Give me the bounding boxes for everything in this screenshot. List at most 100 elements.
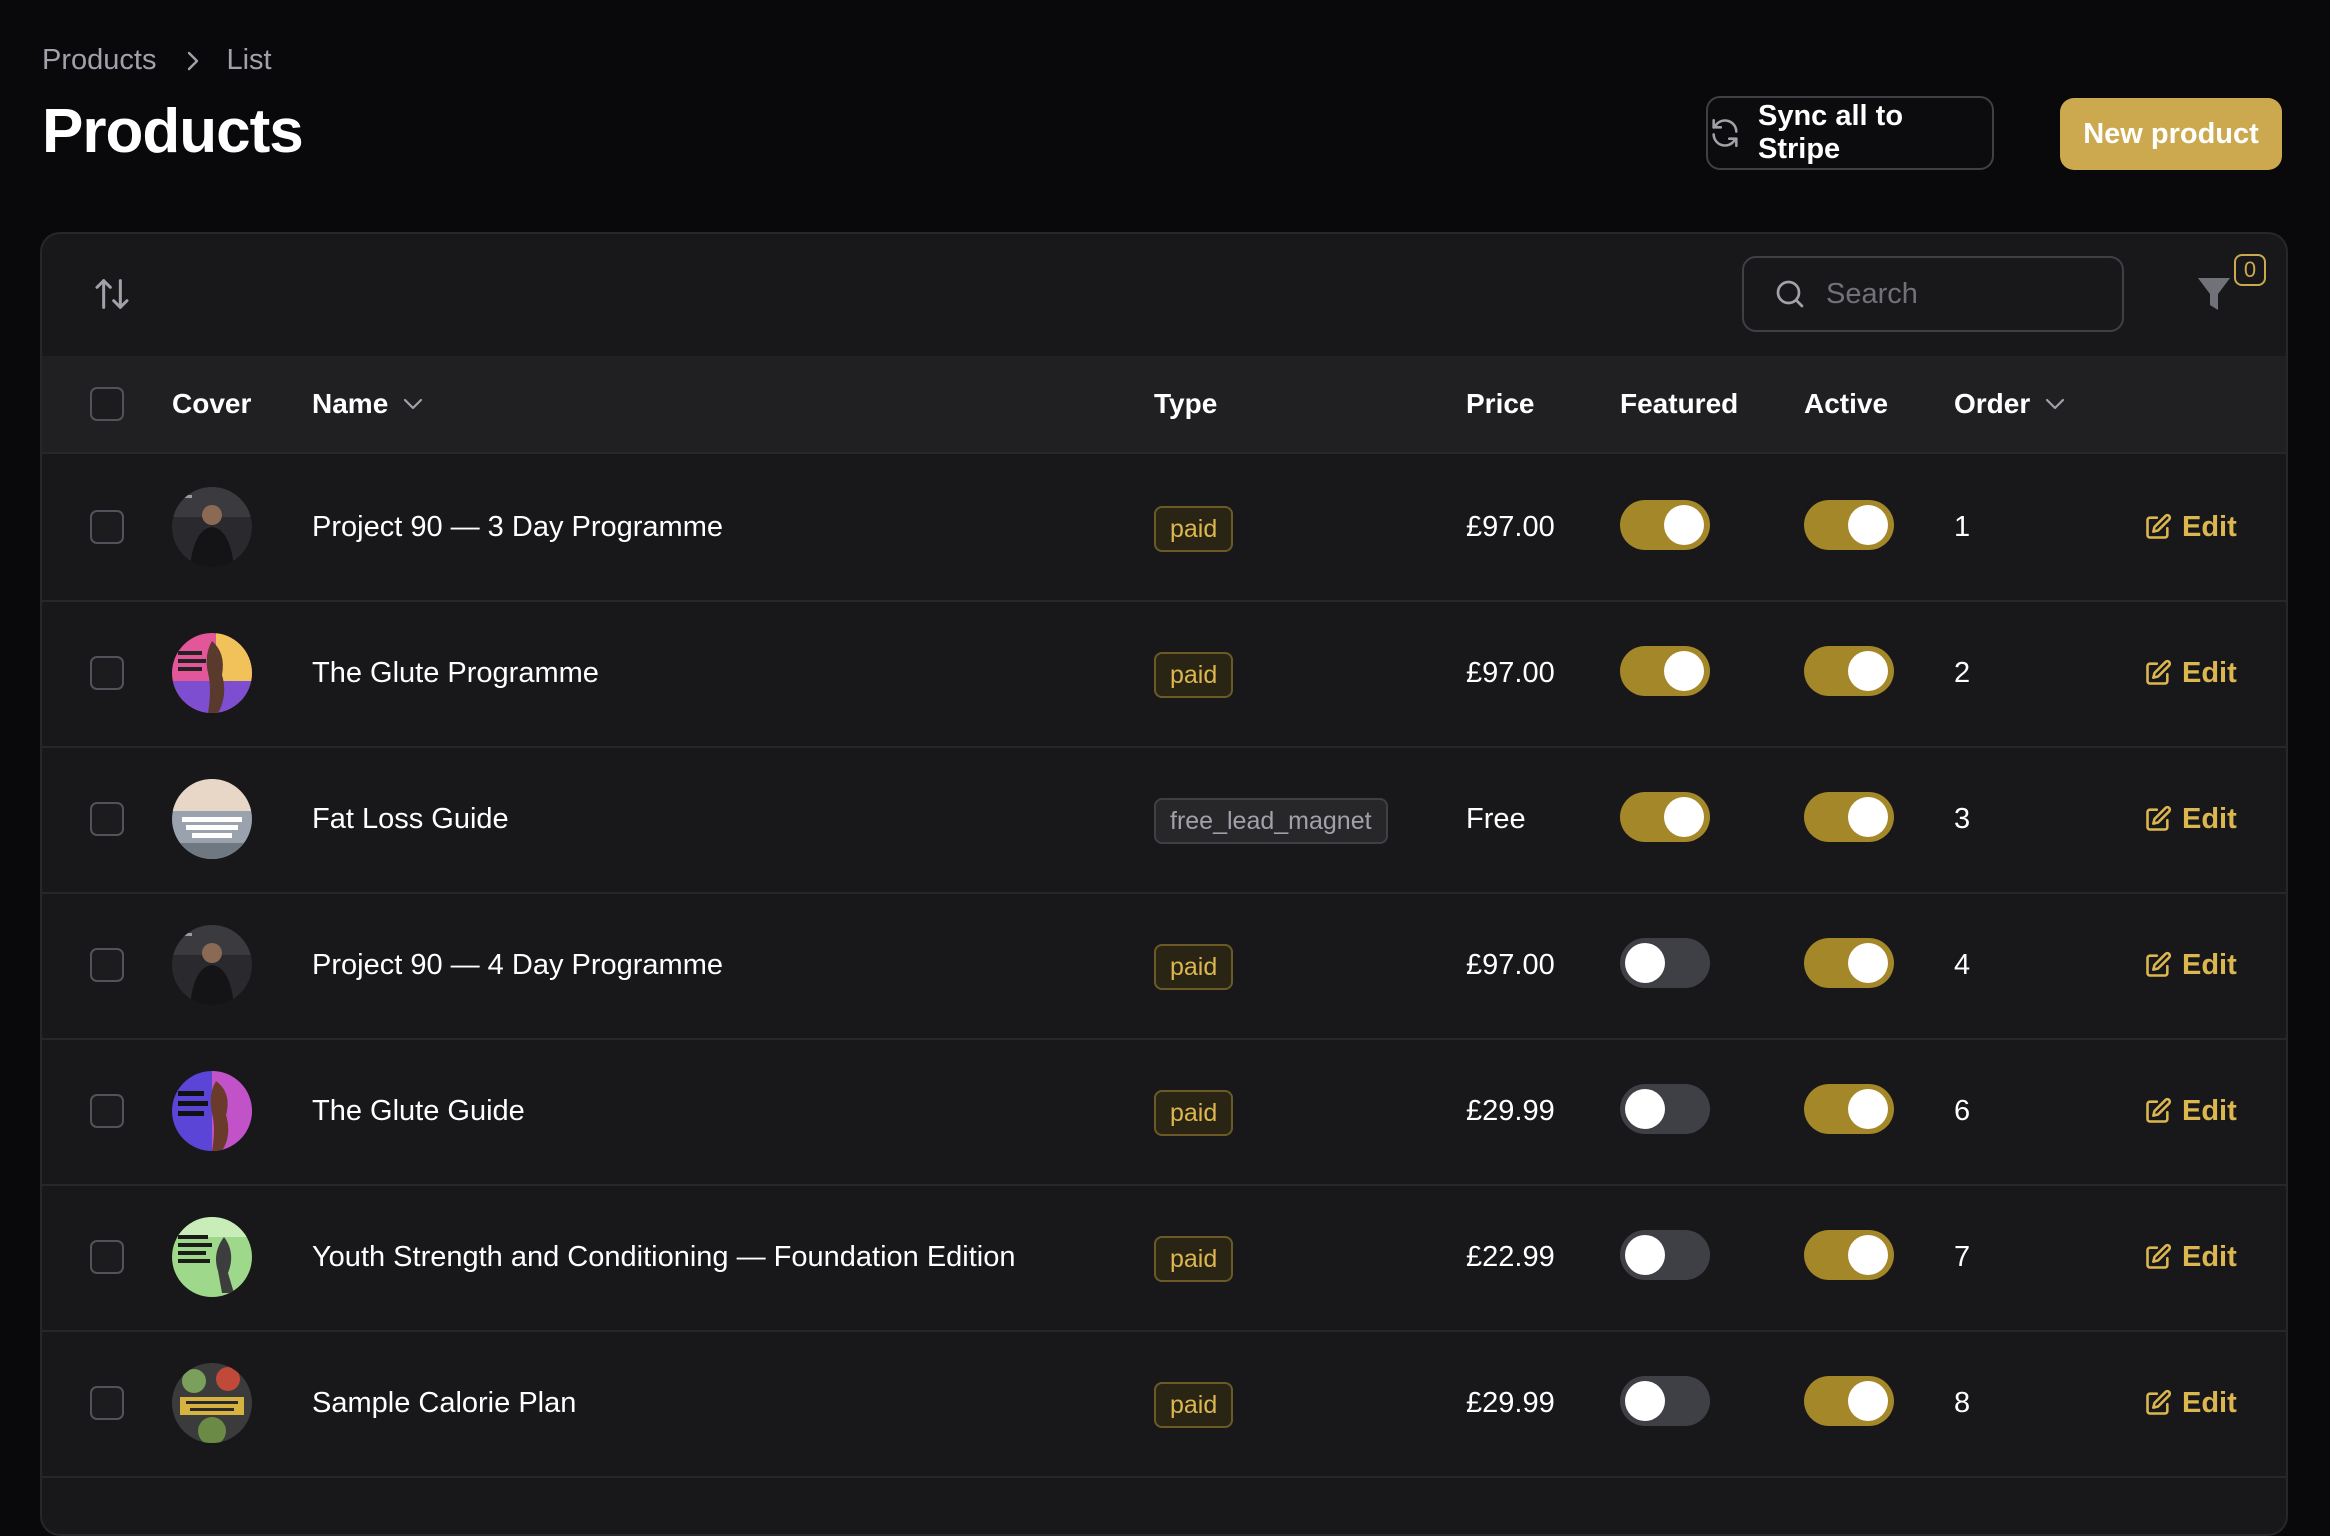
search-input[interactable] (1824, 276, 2108, 312)
edit-button[interactable]: Edit (2144, 1038, 2237, 1184)
toggle-knob (1664, 797, 1704, 837)
toggle-knob (1848, 651, 1888, 691)
edit-icon (2144, 1243, 2172, 1271)
product-price: £29.99 (1466, 1386, 1555, 1419)
active-toggle[interactable] (1804, 500, 1894, 550)
breadcrumb-item-products[interactable]: Products (42, 44, 156, 77)
row-checkbox[interactable] (90, 510, 124, 544)
row-checkbox[interactable] (90, 1094, 124, 1128)
column-header-price: Price (1466, 388, 1535, 419)
table-row: Fat Loss Guide free_lead_magnet Free 3 E… (42, 746, 2286, 894)
products-table-card: 0 Cover Name Type Price Featured Active … (40, 232, 2288, 1536)
toggle-knob (1625, 943, 1665, 983)
product-order: 2 (1954, 656, 1971, 689)
edit-icon (2144, 659, 2172, 687)
featured-toggle[interactable] (1620, 646, 1710, 696)
product-price: £97.00 (1466, 656, 1555, 689)
featured-toggle[interactable] (1620, 500, 1710, 550)
product-order: 6 (1954, 1094, 1971, 1127)
type-badge: free_lead_magnet (1154, 798, 1388, 844)
product-name: Project 90 — 3 Day Programme (312, 510, 723, 543)
toggle-knob (1848, 1381, 1888, 1421)
edit-button[interactable]: Edit (2144, 1330, 2237, 1476)
table-row: Sample Calorie Plan paid £29.99 8 Edit (42, 1330, 2286, 1478)
column-header-type: Type (1154, 388, 1218, 419)
table-row: Youth Strength and Conditioning — Founda… (42, 1184, 2286, 1332)
chevron-down-icon (402, 397, 424, 411)
edit-icon (2144, 951, 2172, 979)
featured-toggle[interactable] (1620, 938, 1710, 988)
column-header-active: Active (1804, 388, 1889, 419)
toggle-knob (1848, 797, 1888, 837)
product-name: Sample Calorie Plan (312, 1386, 577, 1419)
column-header-cover: Cover (172, 388, 252, 419)
featured-toggle[interactable] (1620, 1376, 1710, 1426)
featured-toggle[interactable] (1620, 1084, 1710, 1134)
filter-icon[interactable] (2196, 272, 2232, 316)
type-badge: paid (1154, 506, 1234, 552)
sort-arrows-icon[interactable] (92, 274, 132, 314)
active-toggle[interactable] (1804, 1230, 1894, 1280)
row-checkbox[interactable] (90, 948, 124, 982)
product-price: £22.99 (1466, 1240, 1555, 1273)
table-toolbar: 0 (42, 234, 2286, 358)
edit-button-label: Edit (2182, 1386, 2237, 1419)
column-header-order[interactable]: Order (1954, 356, 2066, 452)
active-toggle[interactable] (1804, 1084, 1894, 1134)
edit-button-label: Edit (2182, 1094, 2237, 1127)
cover-image (172, 1363, 252, 1443)
edit-button[interactable]: Edit (2144, 1184, 2237, 1330)
toggle-knob (1664, 505, 1704, 545)
type-badge: paid (1154, 1382, 1234, 1428)
new-product-button[interactable]: New product (2060, 98, 2282, 170)
edit-button[interactable]: Edit (2144, 892, 2237, 1038)
product-order: 1 (1954, 510, 1971, 543)
cover-image (172, 1071, 252, 1151)
toggle-knob (1848, 943, 1888, 983)
chevron-right-icon (186, 50, 200, 72)
active-toggle[interactable] (1804, 792, 1894, 842)
edit-button-label: Edit (2182, 510, 2237, 543)
edit-button-label: Edit (2182, 656, 2237, 689)
product-name: Youth Strength and Conditioning — Founda… (312, 1240, 1016, 1273)
row-checkbox[interactable] (90, 802, 124, 836)
cover-image (172, 487, 252, 567)
breadcrumb-item-list: List (226, 44, 272, 76)
table-row: The Glute Programme paid £97.00 2 Edit (42, 600, 2286, 748)
sync-all-to-stripe-button[interactable]: Sync all to Stripe (1706, 96, 1994, 170)
type-badge: paid (1154, 944, 1234, 990)
featured-toggle[interactable] (1620, 792, 1710, 842)
edit-icon (2144, 1389, 2172, 1417)
toggle-knob (1848, 1235, 1888, 1275)
edit-icon (2144, 513, 2172, 541)
active-toggle[interactable] (1804, 646, 1894, 696)
edit-button[interactable]: Edit (2144, 746, 2237, 892)
toggle-knob (1848, 505, 1888, 545)
column-header-order-label: Order (1954, 388, 2031, 419)
product-price: £97.00 (1466, 948, 1555, 981)
column-header-name[interactable]: Name (312, 356, 424, 452)
select-all-checkbox[interactable] (90, 387, 124, 421)
product-price: Free (1466, 802, 1526, 835)
toggle-knob (1848, 1089, 1888, 1129)
cover-image (172, 779, 252, 859)
active-toggle[interactable] (1804, 1376, 1894, 1426)
product-name: Fat Loss Guide (312, 802, 509, 835)
toggle-knob (1625, 1089, 1665, 1129)
edit-button[interactable]: Edit (2144, 600, 2237, 746)
filter-count-badge: 0 (2234, 254, 2266, 286)
product-price: £97.00 (1466, 510, 1555, 543)
edit-button-label: Edit (2182, 1240, 2237, 1273)
page-title: Products (42, 97, 304, 166)
column-header-featured: Featured (1620, 388, 1739, 419)
toggle-knob (1625, 1235, 1665, 1275)
edit-button[interactable]: Edit (2144, 454, 2237, 600)
row-checkbox[interactable] (90, 656, 124, 690)
row-checkbox[interactable] (90, 1240, 124, 1274)
active-toggle[interactable] (1804, 938, 1894, 988)
table-row: Project 90 — 3 Day Programme paid £97.00… (42, 454, 2286, 602)
row-checkbox[interactable] (90, 1386, 124, 1420)
featured-toggle[interactable] (1620, 1230, 1710, 1280)
cover-image (172, 925, 252, 1005)
search-field (1742, 256, 2124, 332)
